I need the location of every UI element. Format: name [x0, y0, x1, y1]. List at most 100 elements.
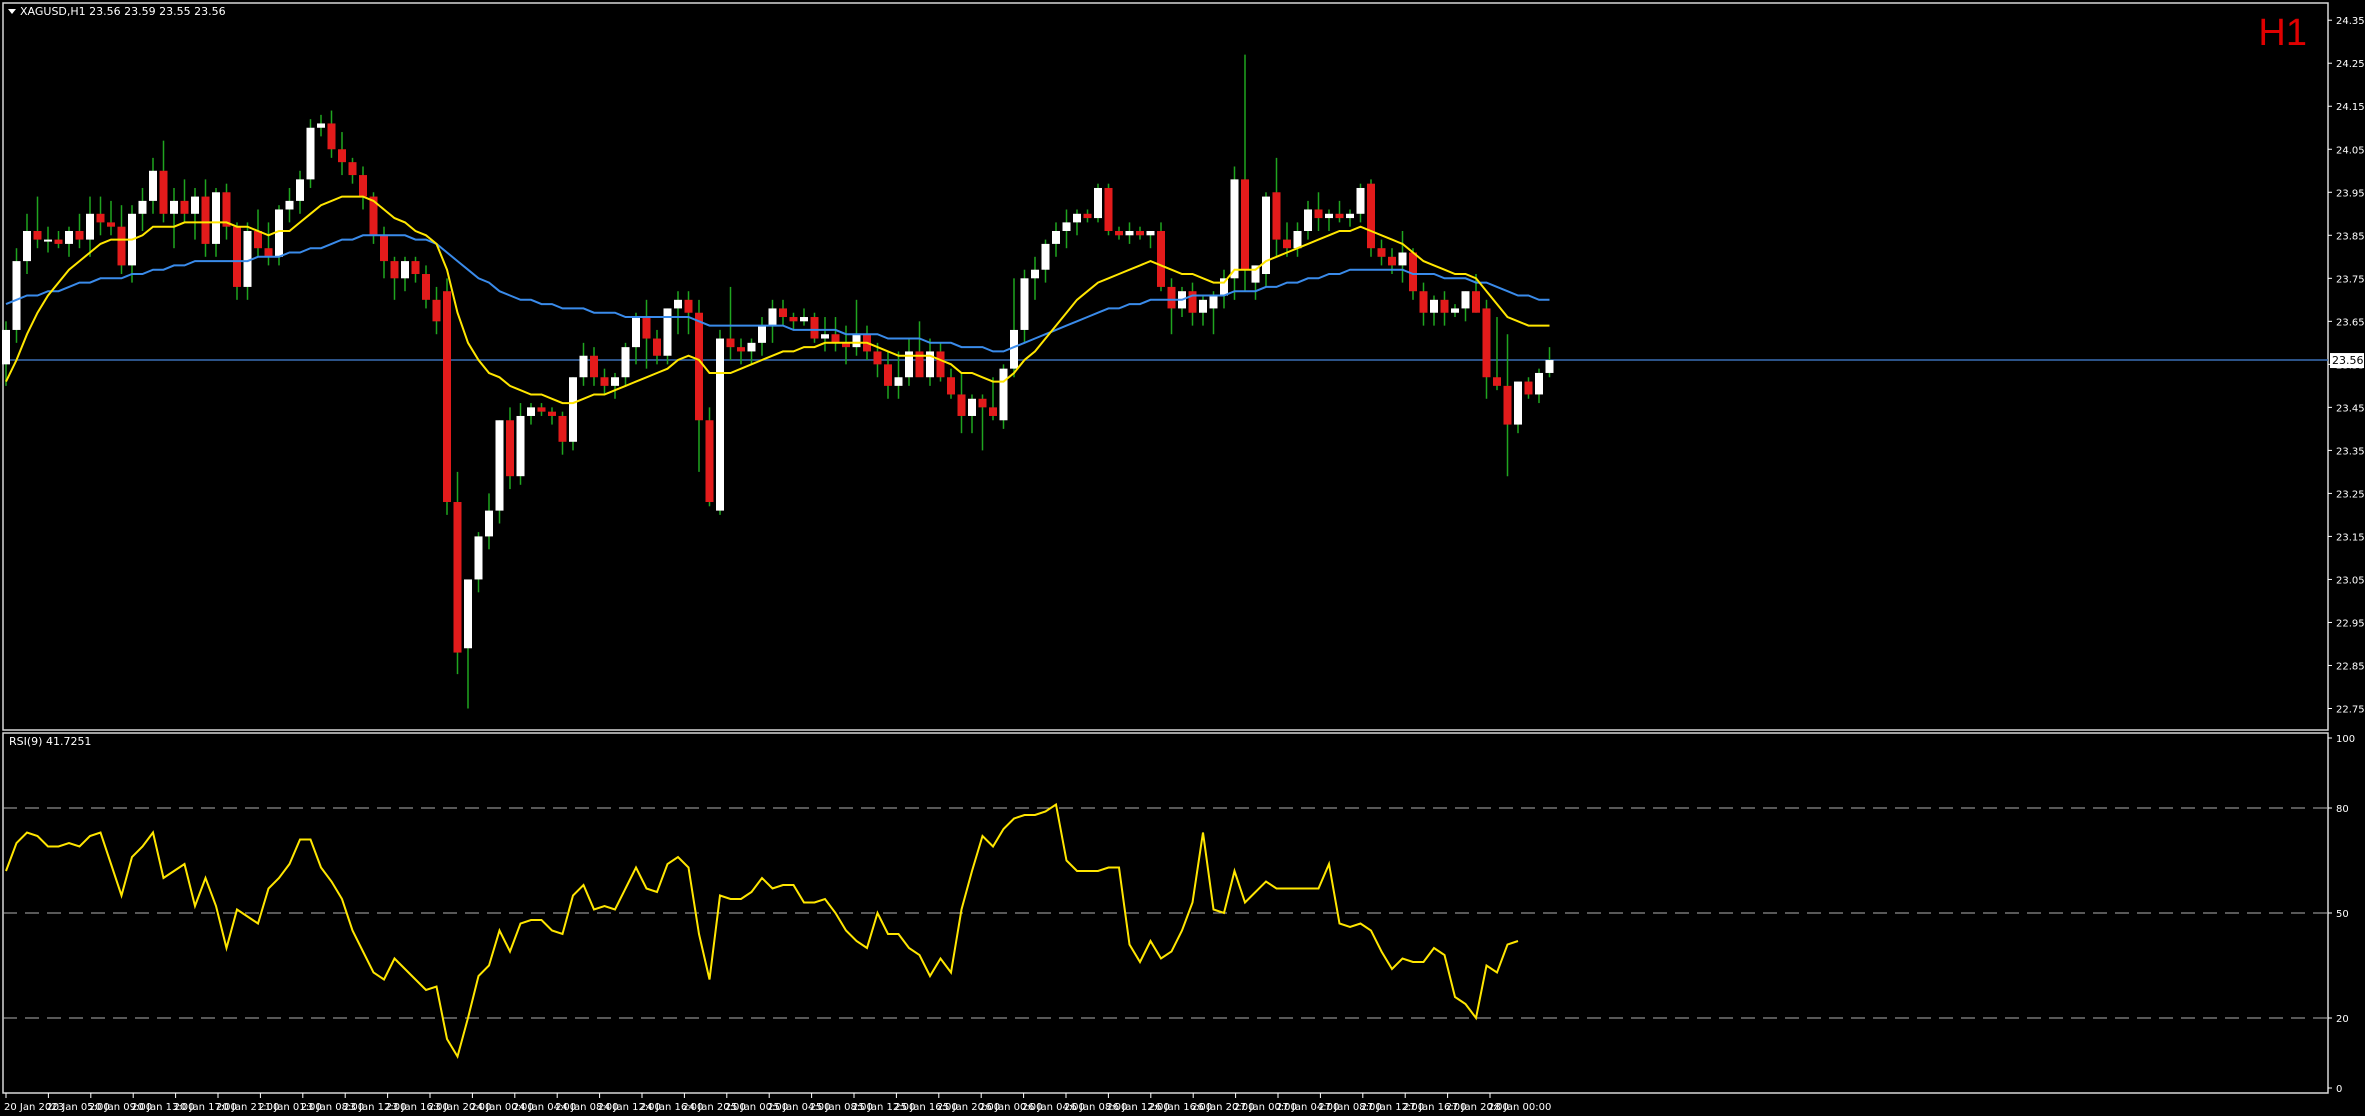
current-price-tag: 23.56: [2330, 353, 2364, 369]
price-tick-label: 23.95: [2336, 188, 2365, 199]
price-tick-label: 23.85: [2336, 231, 2365, 242]
candle-body-bear: [380, 235, 388, 262]
candle-body-bull: [495, 420, 504, 511]
candle-body-bull: [1052, 230, 1060, 244]
candle-body-bear: [936, 351, 945, 378]
candle[interactable]: [810, 312, 819, 343]
candle-body-bear: [1493, 377, 1501, 386]
rsi-tick-label: 80: [2336, 804, 2349, 815]
price-tick-label: 23.75: [2336, 274, 2365, 285]
candle-body-bear: [1272, 192, 1281, 240]
current-price-tag-text: 23.56: [2332, 354, 2364, 367]
candle[interactable]: [306, 119, 315, 188]
candle-body-bull: [44, 239, 52, 242]
price-tick-label: 23.35: [2336, 446, 2365, 457]
price-tick-label: 24.05: [2336, 145, 2365, 156]
candle-body-bull: [894, 377, 903, 386]
candle-body-bear: [537, 407, 546, 412]
trading-chart[interactable]: 24.35 24.25 24.15 24.05 23.95 23.85 23.75 23.65…: [0, 0, 2365, 1116]
candle-body-bull: [474, 536, 483, 580]
candle[interactable]: [1367, 179, 1375, 257]
candle-body-bear: [1377, 248, 1386, 257]
candle-body-bear: [1241, 179, 1249, 270]
candle-body-bear: [884, 364, 892, 386]
candle-body-bear: [1419, 291, 1428, 313]
candle-body-bear: [432, 299, 441, 322]
candle-body-bear: [233, 226, 241, 287]
candle-body-bull: [1031, 269, 1039, 279]
candle-body-bear: [957, 394, 966, 416]
rsi-tick-label: 0: [2336, 1084, 2342, 1095]
candle-body-bear: [1524, 381, 1533, 395]
candle-body-bear: [1115, 230, 1123, 236]
timeframe-label: H1: [2258, 12, 2307, 54]
candle-body-bear: [726, 338, 735, 348]
candle-body-bear: [96, 213, 105, 223]
price-tick-label: 24.25: [2336, 59, 2365, 70]
candle-body-bull: [1346, 213, 1354, 219]
candle-body-bull: [674, 299, 682, 309]
candle-body-bear: [254, 230, 262, 249]
candle-body-bull: [1293, 230, 1302, 249]
candle-body-bear: [1157, 230, 1165, 287]
candle-body-bull: [485, 510, 493, 537]
candle-body-bear: [201, 196, 210, 244]
candle-body-bear: [1136, 230, 1144, 236]
candle-body-bear: [989, 407, 997, 416]
candle-body-bull: [1514, 381, 1522, 425]
candle[interactable]: [569, 377, 577, 451]
candle[interactable]: [12, 248, 21, 343]
candle-body-bear: [810, 317, 819, 339]
candle-body-bear: [75, 230, 84, 240]
candle-body-bear: [1167, 286, 1176, 309]
candle-body-bear: [779, 308, 787, 318]
candle[interactable]: [1104, 183, 1113, 236]
candle-body-bull: [621, 347, 630, 378]
candle[interactable]: [716, 329, 724, 515]
candle-body-bull: [1199, 299, 1207, 313]
candle-body-bear: [684, 299, 693, 313]
candle-body-bear: [1335, 213, 1344, 219]
candle-body-bear: [390, 261, 399, 279]
candle-body-bear: [873, 351, 882, 365]
candle-body-bull: [1398, 252, 1407, 266]
candle-body-bear: [1283, 239, 1291, 249]
candle-body-bear: [695, 312, 703, 421]
candle[interactable]: [453, 471, 462, 675]
candle-body-bear: [411, 261, 420, 275]
candle-body-bear: [506, 420, 514, 477]
candle[interactable]: [999, 364, 1008, 429]
candle-body-bull: [1146, 230, 1155, 236]
candle-body-bull: [516, 415, 525, 477]
candle-body-bear: [1188, 291, 1197, 313]
price-tick-label: 23.65: [2336, 317, 2365, 328]
rsi-tick-label: 100: [2336, 734, 2355, 745]
price-tick-label: 23.15: [2336, 532, 2365, 543]
candle[interactable]: [1094, 183, 1102, 223]
candle-body-bear: [548, 411, 556, 416]
candle[interactable]: [705, 407, 714, 507]
candle-body-bear: [54, 239, 63, 244]
time-tick-label: 28 Jan 00:00: [1488, 1102, 1551, 1113]
candle-body-bull: [1325, 213, 1333, 219]
candle-body-bear: [348, 162, 357, 176]
price-tick-label: 24.15: [2336, 102, 2365, 113]
candle[interactable]: [1157, 222, 1165, 292]
candle-body-bull: [758, 325, 766, 343]
price-tick-label: 22.75: [2336, 704, 2365, 715]
candle-body-bull: [663, 308, 672, 356]
candle-body-bear: [558, 415, 567, 442]
candle[interactable]: [495, 420, 504, 524]
candle-body-bear: [978, 398, 987, 408]
candle[interactable]: [443, 278, 451, 515]
candle-body-bull: [527, 407, 535, 416]
candle-body-bear: [642, 317, 651, 339]
candle-body-bear: [831, 334, 840, 343]
candle-body-bull: [1451, 308, 1459, 313]
candle-body-bull: [2, 329, 10, 365]
candle-body-bull: [1041, 243, 1050, 270]
price-tick-label: 24.35: [2336, 16, 2365, 27]
candle-body-bull: [12, 261, 21, 330]
candle-body-bull: [464, 579, 472, 649]
candle[interactable]: [1262, 192, 1270, 287]
